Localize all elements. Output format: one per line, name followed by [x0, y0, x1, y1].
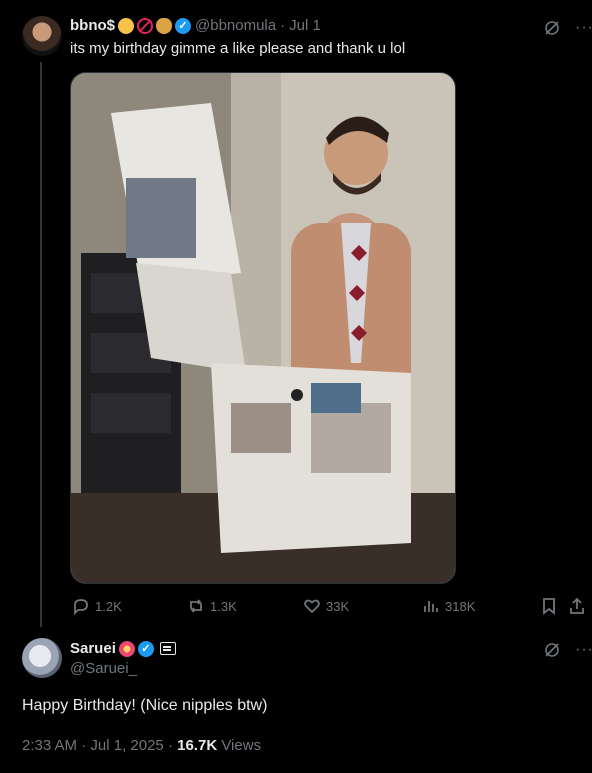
thread-line	[40, 62, 42, 627]
reply-views-count: 16.7K	[177, 737, 218, 754]
reply-header-actions: ···	[543, 641, 592, 659]
repost-icon	[190, 599, 202, 613]
share-icon	[570, 597, 584, 614]
badge-icon	[159, 642, 176, 655]
more-icon[interactable]: ···	[575, 19, 592, 37]
display-name[interactable]: bbno$	[70, 17, 115, 34]
reply-avatar[interactable]	[22, 638, 62, 678]
reply-views-label: Views	[221, 737, 262, 754]
views-icon	[424, 601, 438, 612]
like-count: 33K	[326, 598, 350, 614]
money-bag-icon	[156, 17, 172, 34]
stop-emoji-icon	[137, 17, 153, 34]
views-count: 318K	[445, 598, 476, 614]
like-button[interactable]: 33K	[303, 597, 349, 615]
tweet-date[interactable]: Jul 1	[289, 17, 321, 34]
repost-button[interactable]: 1.3K	[187, 597, 237, 615]
photo-illustration	[71, 73, 455, 583]
reply-handle[interactable]: @Saruei_	[70, 660, 137, 677]
tweet-photo[interactable]	[70, 72, 456, 584]
tweet-actions: 1.2K 1.3K 33K 318K	[70, 597, 586, 617]
reply-display-name[interactable]: Saruei	[70, 640, 116, 657]
bookmark-icon	[543, 598, 555, 615]
like-icon	[304, 599, 320, 614]
collision-emoji-icon	[118, 640, 135, 657]
views-button[interactable]: 318K	[422, 597, 475, 615]
reply-time[interactable]: 2:33 AM	[22, 737, 77, 754]
more-icon[interactable]: ···	[575, 641, 592, 659]
bookmark-button[interactable]	[540, 597, 558, 615]
share-button[interactable]	[568, 597, 586, 615]
verified-icon: ✓	[137, 640, 154, 657]
tweet-header-actions: ···	[543, 19, 592, 37]
repost-count: 1.3K	[210, 598, 237, 614]
baby-emoji-icon	[118, 17, 134, 34]
verified-icon: ✓	[175, 17, 191, 34]
handle[interactable]: @bbnomula	[195, 17, 276, 34]
reply-meta: 2:33 AM · Jul 1, 2025 · 16.7K Views	[22, 737, 262, 754]
separator: ·	[280, 17, 286, 34]
reply-button[interactable]: 1.2K	[72, 597, 122, 615]
reply-count: 1.2K	[95, 598, 122, 614]
reply-text: Happy Birthday! (Nice nipples btw)	[22, 697, 268, 714]
avatar[interactable]	[22, 16, 62, 56]
reply-header: Saruei ✓	[70, 640, 176, 657]
tweet-text: its my birthday gimme a like please and …	[70, 40, 406, 57]
reply-icon	[74, 599, 88, 615]
grok-icon[interactable]	[543, 19, 561, 37]
tweet-header: bbno$ ✓ @bbnomula · Jul 1	[70, 17, 321, 34]
reply-date[interactable]: Jul 1, 2025	[90, 737, 163, 754]
grok-icon[interactable]	[543, 641, 561, 659]
